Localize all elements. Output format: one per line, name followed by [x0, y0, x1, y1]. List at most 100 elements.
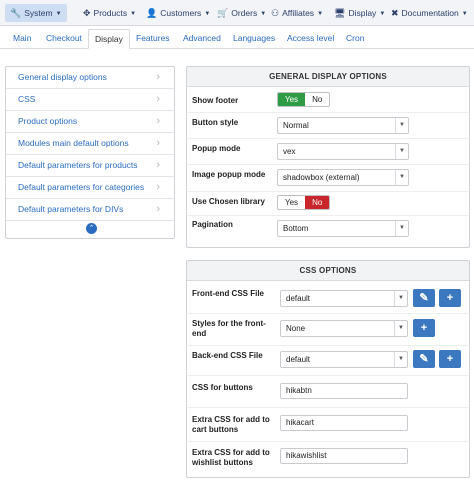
menu-documentation-label: Documentation: [401, 8, 459, 18]
sidebar-item-default-categories[interactable]: Default parameters for categories ›: [6, 177, 174, 199]
use-chosen-yes[interactable]: Yes: [278, 196, 305, 209]
sidebar-item-label: Default parameters for DIVs: [18, 204, 124, 214]
chevron-right-icon: ›: [156, 159, 160, 171]
sidebar-item-modules[interactable]: Modules main default options ›: [6, 133, 174, 155]
chevron-right-icon: ›: [156, 137, 160, 149]
menu-orders[interactable]: 🛒 Orders ▼: [212, 4, 271, 22]
divider: [188, 138, 468, 139]
backend-css-select[interactable]: default ▼: [280, 351, 408, 368]
add-style-button[interactable]: +: [413, 319, 435, 337]
button-style-label: Button style: [192, 118, 239, 127]
config-tabs: Main Checkout Display Features Advanced …: [0, 27, 474, 49]
frontend-css-select[interactable]: default ▼: [280, 290, 408, 307]
sidebar-item-css[interactable]: CSS ›: [6, 89, 174, 111]
edit-frontend-css-button[interactable]: ✎: [413, 289, 435, 307]
backend-css-label: Back-end CSS File: [192, 351, 263, 360]
styles-frontend-select[interactable]: None ▼: [280, 320, 408, 337]
monitor-icon: 🖥: [334, 8, 346, 18]
divider: [188, 313, 468, 314]
tab-cron[interactable]: Cron: [340, 29, 370, 49]
button-style-value: Normal: [283, 121, 309, 130]
menu-display[interactable]: 🖥 Display ▼: [329, 4, 390, 22]
pagination-select[interactable]: Bottom ▼: [277, 220, 409, 237]
sidebar-item-label: General display options: [18, 72, 107, 82]
extra-cart-input[interactable]: hikacart: [280, 415, 408, 431]
chevron-right-icon: ›: [156, 115, 160, 127]
chevron-down-icon: ▼: [379, 11, 386, 17]
menu-system[interactable]: 🔧 System ▼: [5, 4, 67, 22]
chevron-down-icon: ▼: [395, 118, 408, 133]
add-backend-css-button[interactable]: +: [439, 350, 461, 368]
css-options-panel: CSS OPTIONS Front-end CSS File default ▼ …: [186, 260, 470, 478]
chevron-right-icon: ›: [156, 181, 160, 193]
divider: [188, 407, 468, 408]
plus-icon: +: [420, 322, 428, 334]
chevron-down-icon: ▼: [395, 170, 408, 185]
options-sidebar: General display options › CSS › Product op…: [5, 66, 175, 239]
menu-documentation[interactable]: ✖ Documentation ▼: [386, 4, 473, 22]
divider: [188, 164, 468, 165]
sidebar-item-general-display[interactable]: General display options ›: [6, 67, 174, 89]
tab-access-level[interactable]: Access level: [281, 29, 340, 49]
menu-customers[interactable]: 👤 Customers ▼: [141, 4, 215, 22]
chevron-down-icon: ▼: [394, 352, 407, 367]
menu-display-label: Display: [348, 8, 377, 18]
cart-icon: 🛒: [217, 8, 229, 18]
edit-backend-css-button[interactable]: ✎: [413, 350, 435, 368]
show-footer-toggle[interactable]: Yes No: [277, 92, 331, 107]
popup-mode-value: vex: [283, 147, 296, 156]
chevron-down-icon: ▼: [317, 11, 324, 17]
sidebar-item-label: Product options: [18, 116, 78, 126]
chevron-down-icon: ▼: [394, 291, 407, 306]
menu-products[interactable]: ✥ Products ▼: [78, 4, 141, 22]
divider: [188, 441, 468, 442]
use-chosen-no[interactable]: No: [305, 196, 330, 209]
tab-advanced[interactable]: Advanced: [177, 29, 227, 49]
general-display-panel: GENERAL DISPLAY OPTIONS Show footer Yes …: [186, 66, 470, 248]
sidebar-item-default-products[interactable]: Default parameters for products ›: [6, 155, 174, 177]
menu-orders-label: Orders: [231, 8, 258, 18]
chevron-down-icon: ▼: [395, 144, 408, 159]
tab-languages[interactable]: Languages: [227, 29, 281, 49]
use-chosen-toggle[interactable]: Yes No: [277, 195, 331, 210]
divider: [188, 112, 468, 113]
chevron-right-icon: ›: [156, 203, 160, 215]
plus-icon: +: [446, 292, 454, 304]
tab-features[interactable]: Features: [130, 29, 176, 49]
wrench-icon: 🔧: [10, 8, 22, 18]
pencil-icon: ✎: [419, 353, 429, 365]
show-footer-no[interactable]: No: [305, 93, 329, 106]
sidebar-item-label: Default parameters for products: [18, 160, 138, 170]
menu-affiliates[interactable]: ⚇ Affiliates ▼: [266, 4, 328, 22]
sidebar-item-product-options[interactable]: Product options ›: [6, 111, 174, 133]
image-popup-mode-select[interactable]: shadowbox (external) ▼: [277, 169, 409, 186]
image-popup-mode-value: shadowbox (external): [283, 173, 360, 182]
menu-products-label: Products: [93, 8, 128, 18]
sidebar-item-default-divs[interactable]: Default parameters for DIVs ›: [6, 199, 174, 221]
tab-main[interactable]: Main: [7, 29, 37, 49]
sidebar-item-label: Default parameters for categories: [18, 182, 145, 192]
frontend-css-label: Front-end CSS File: [192, 289, 264, 298]
frontend-css-value: default: [286, 294, 311, 303]
tab-checkout[interactable]: Checkout: [40, 29, 88, 49]
divider: [188, 375, 468, 376]
tab-display[interactable]: Display: [88, 29, 130, 49]
chevron-down-icon: ▼: [461, 11, 468, 17]
extra-wishlist-input[interactable]: hikawishlist: [280, 448, 408, 464]
divider: [188, 215, 468, 216]
divider: [188, 191, 468, 192]
collapse-up-icon[interactable]: ⌃: [86, 223, 97, 234]
sidebar-item-label: Modules main default options: [18, 138, 129, 148]
add-frontend-css-button[interactable]: +: [439, 289, 461, 307]
chevron-down-icon: ▼: [55, 11, 62, 17]
popup-mode-select[interactable]: vex ▼: [277, 143, 409, 160]
show-footer-label: Show footer: [192, 96, 239, 105]
menu-affiliates-label: Affiliates: [282, 8, 315, 18]
image-popup-mode-label: Image popup mode: [192, 170, 266, 179]
pagination-value: Bottom: [283, 224, 309, 233]
menu-customers-label: Customers: [160, 8, 202, 18]
panel-title: GENERAL DISPLAY OPTIONS: [187, 67, 469, 87]
show-footer-yes[interactable]: Yes: [278, 93, 306, 106]
button-style-select[interactable]: Normal ▼: [277, 117, 409, 134]
css-buttons-input[interactable]: hikabtn: [280, 383, 408, 399]
